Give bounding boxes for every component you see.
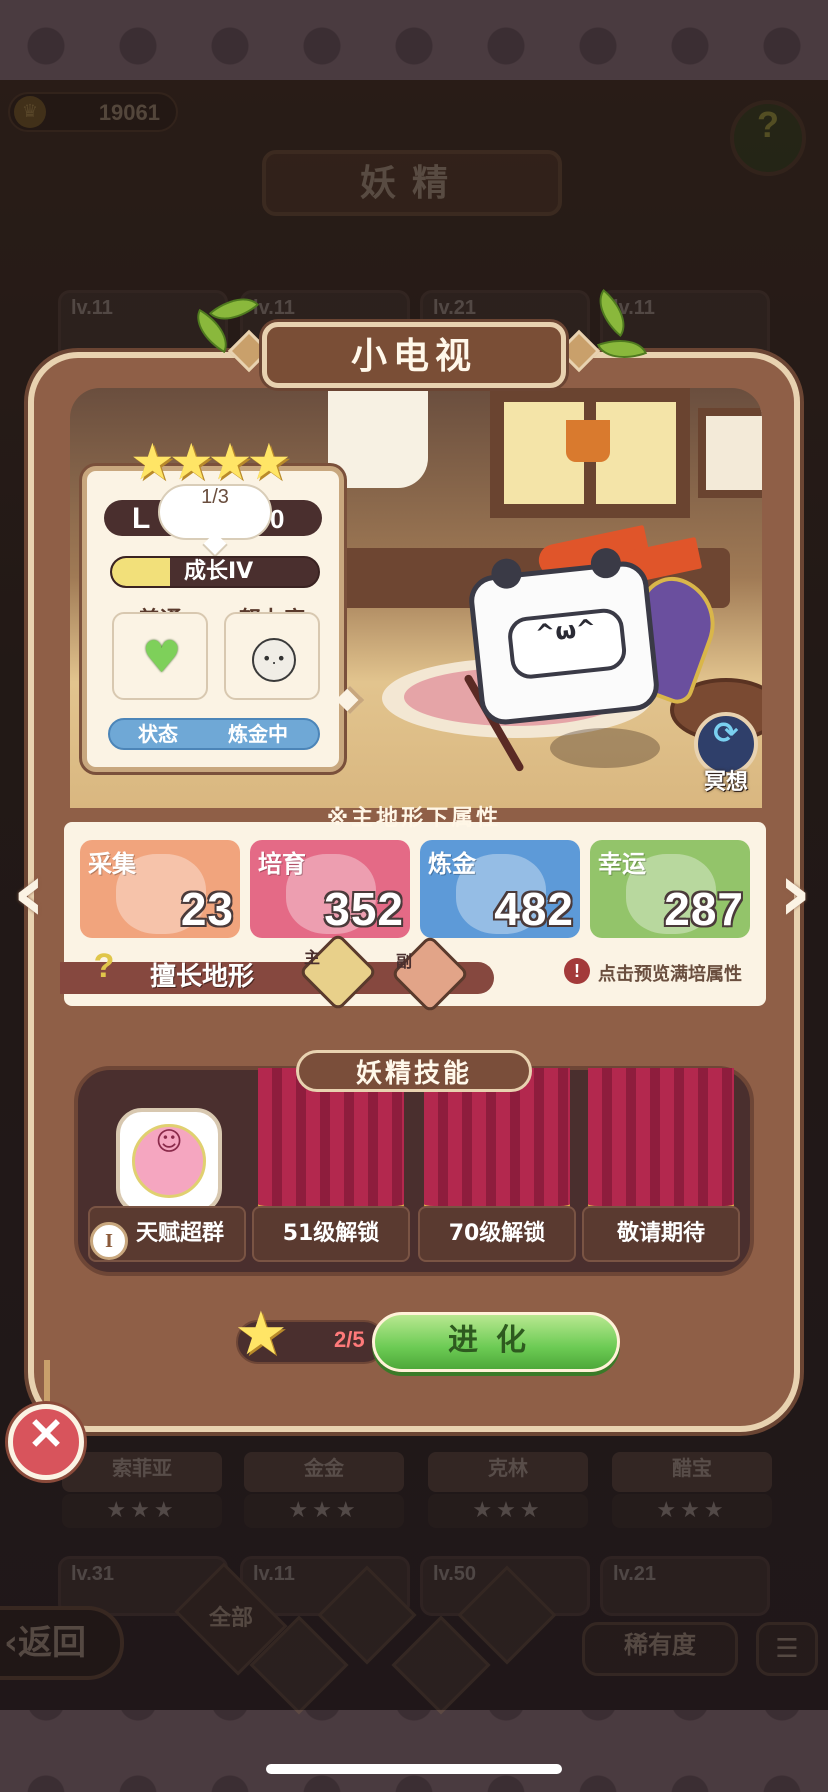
skill-slot-locked[interactable]: 51级解锁 bbox=[252, 1206, 410, 1262]
meditate-label: 冥想 bbox=[703, 770, 748, 795]
level-suffix: 0 bbox=[270, 504, 285, 534]
plant-pot bbox=[566, 420, 610, 462]
skill-label: 70级解锁 bbox=[448, 1221, 546, 1246]
face-icon: •.• bbox=[252, 638, 296, 682]
trait-effort-box[interactable]: •.• bbox=[224, 612, 320, 700]
attributes-title: ※主地形下属性 bbox=[326, 806, 502, 831]
attr-alchemy: 炼金 482 bbox=[420, 840, 580, 938]
trait-normal-box[interactable]: ♥ bbox=[112, 612, 208, 700]
attr-name: 培育 bbox=[258, 850, 306, 878]
skill-label: 51级解锁 bbox=[282, 1221, 380, 1246]
rarity-stars: ★★★★ bbox=[130, 433, 291, 491]
locked-slot-curtain bbox=[588, 1068, 734, 1214]
attr-name: 炼金 bbox=[428, 850, 476, 878]
heart-icon: ♥ bbox=[142, 632, 182, 683]
scene-paper bbox=[328, 388, 428, 488]
level-prefix: L bbox=[132, 502, 151, 535]
evolve-button[interactable]: 进化 bbox=[372, 1312, 620, 1372]
attr-value: 482 bbox=[494, 883, 574, 935]
terrain-label: 擅长地形 bbox=[150, 962, 255, 992]
rope-decoration bbox=[44, 1360, 50, 1410]
status-key: 状态 bbox=[138, 722, 178, 746]
attr-name: 采集 bbox=[88, 850, 136, 878]
growth-label: 成长IV bbox=[184, 559, 254, 584]
evolve-material-count: 2/5 bbox=[334, 1327, 365, 1352]
skills-title: 妖精技能 bbox=[296, 1050, 532, 1092]
close-button[interactable]: ✕ bbox=[8, 1404, 84, 1480]
attr-luck: 幸运 287 bbox=[590, 840, 750, 938]
talent-skill-icon[interactable]: ☺ bbox=[116, 1108, 222, 1214]
attr-name: 幸运 bbox=[598, 850, 646, 878]
terrain-sub-tag: 副 bbox=[396, 952, 413, 971]
previous-fairy-arrow[interactable]: ‹ bbox=[6, 850, 52, 936]
attr-gather: 采集 23 bbox=[80, 840, 240, 938]
alert-icon[interactable]: ! bbox=[564, 958, 590, 984]
attr-nurture: 培育 352 bbox=[250, 840, 410, 938]
roman-numeral-badge: I bbox=[90, 1222, 128, 1260]
attr-value: 352 bbox=[324, 883, 404, 935]
status-value: 炼金中 bbox=[228, 722, 288, 746]
next-fairy-arrow[interactable]: › bbox=[772, 850, 818, 936]
scene-picture-frame bbox=[698, 408, 762, 498]
sprout-question-icon[interactable]: ? bbox=[82, 944, 126, 988]
octopus-icon: ☺ bbox=[132, 1124, 206, 1198]
fairy-character[interactable]: ^ω^ bbox=[466, 546, 662, 727]
fairy-face: ^ω^ bbox=[506, 606, 629, 681]
home-indicator[interactable] bbox=[266, 1764, 562, 1774]
attr-value: 287 bbox=[664, 883, 744, 935]
terrain-main-tag: 主 bbox=[304, 948, 321, 967]
skill-label: 敬请期待 bbox=[616, 1221, 705, 1246]
fairy-name: 小电视 bbox=[262, 322, 566, 388]
star-icon: ★ bbox=[234, 1299, 288, 1369]
fairy-shadow bbox=[550, 728, 660, 768]
attr-value: 23 bbox=[180, 883, 234, 935]
skill-slot-coming-soon[interactable]: 敬请期待 bbox=[582, 1206, 740, 1262]
preview-full-stats-link[interactable]: 点击预览满培属性 bbox=[598, 960, 742, 986]
status-bar: 状态 炼金中 bbox=[108, 718, 320, 750]
growth-progress-bar: 成长IV bbox=[110, 556, 320, 588]
skill-slot-locked[interactable]: 70级解锁 bbox=[418, 1206, 576, 1262]
growth-progress-fill bbox=[112, 558, 170, 586]
